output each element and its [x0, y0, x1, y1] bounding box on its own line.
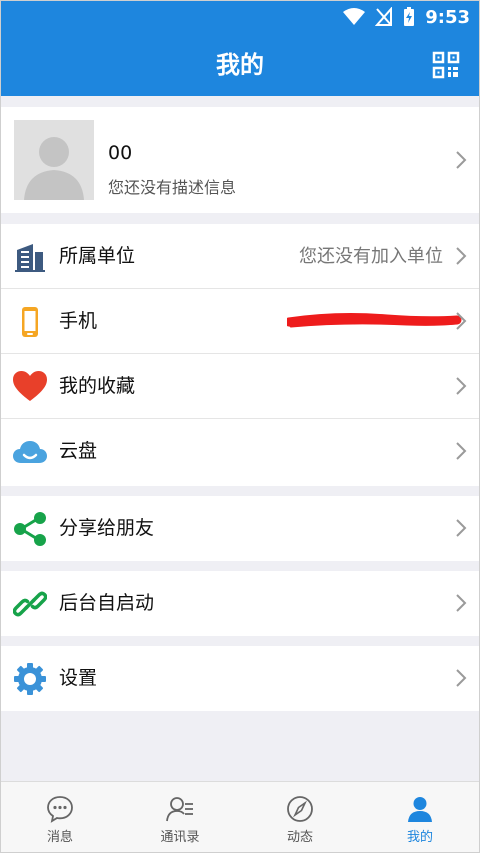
page-title: 我的: [216, 51, 264, 79]
cloud-icon: [13, 441, 47, 463]
bottom-tab-bar: 消息 通讯录 动态 我的: [0, 781, 480, 853]
profile-name: 00: [108, 142, 133, 164]
wifi-icon: [343, 8, 366, 25]
link-icon: [13, 591, 47, 617]
menu-label-share: 分享给朋友: [59, 517, 155, 539]
tab-label: 通讯录: [160, 830, 200, 845]
menu-group-share: 分享给朋友: [1, 496, 479, 561]
building-icon: [15, 244, 45, 272]
heart-icon: [13, 371, 47, 401]
profile-description: 您还没有描述信息: [108, 178, 237, 197]
gear-icon: [14, 663, 46, 695]
no-signal-icon: [375, 7, 393, 26]
unit-value: 您还没有加入单位: [299, 246, 443, 267]
menu-label-phone: 手机: [59, 310, 98, 332]
header-bar: 我的: [0, 34, 480, 96]
chevron-right-icon: [456, 669, 467, 687]
chevron-right-icon: [456, 247, 467, 265]
default-avatar-icon: [24, 137, 84, 200]
menu-label-favorites: 我的收藏: [59, 375, 136, 397]
menu-group-account: 所属单位 您还没有加入单位 手机 我的收藏 云盘: [1, 224, 479, 486]
tab-contacts[interactable]: 通讯录: [120, 782, 240, 853]
menu-item-favorites[interactable]: 我的收藏: [1, 354, 479, 419]
tab-label: 消息: [46, 830, 73, 845]
phone-icon: [22, 307, 38, 337]
status-bar: 9:53: [0, 0, 480, 34]
menu-label-autostart: 后台自启动: [59, 592, 155, 614]
user-icon: [408, 797, 432, 822]
chevron-right-icon: [456, 519, 467, 537]
chevron-right-icon: [456, 312, 467, 330]
menu-item-autostart[interactable]: 后台自启动: [1, 571, 479, 636]
menu-label-unit: 所属单位: [59, 245, 136, 267]
chevron-right-icon: [456, 594, 467, 612]
chevron-right-icon: [456, 377, 467, 395]
qr-code-icon[interactable]: [432, 51, 460, 79]
share-icon: [14, 512, 46, 546]
profile-card[interactable]: 00 您还没有描述信息: [1, 107, 479, 213]
compass-icon: [287, 796, 313, 822]
battery-charging-icon: [404, 7, 415, 26]
contacts-icon: [166, 797, 193, 822]
tab-feed[interactable]: 动态: [240, 782, 360, 853]
status-time: 9:53: [425, 6, 470, 28]
tab-label: 我的: [406, 830, 433, 845]
menu-item-phone[interactable]: 手机: [1, 289, 479, 354]
tab-messages[interactable]: 消息: [0, 782, 120, 853]
menu-item-cloud[interactable]: 云盘: [1, 419, 479, 484]
chat-bubble-icon: [47, 796, 73, 823]
menu-item-unit[interactable]: 所属单位 您还没有加入单位: [1, 224, 479, 289]
menu-label-settings: 设置: [59, 667, 98, 689]
menu-group-settings: 设置: [1, 646, 479, 711]
menu-item-share[interactable]: 分享给朋友: [1, 496, 479, 561]
redacted-phone-number: [287, 313, 462, 328]
tab-label: 动态: [286, 830, 313, 845]
menu-item-settings[interactable]: 设置: [1, 646, 479, 711]
menu-label-cloud: 云盘: [59, 440, 98, 462]
chevron-right-icon: [456, 442, 467, 460]
chevron-right-icon: [456, 151, 467, 169]
menu-group-autostart: 后台自启动: [1, 571, 479, 636]
avatar: [14, 120, 94, 200]
tab-me[interactable]: 我的: [360, 782, 480, 853]
